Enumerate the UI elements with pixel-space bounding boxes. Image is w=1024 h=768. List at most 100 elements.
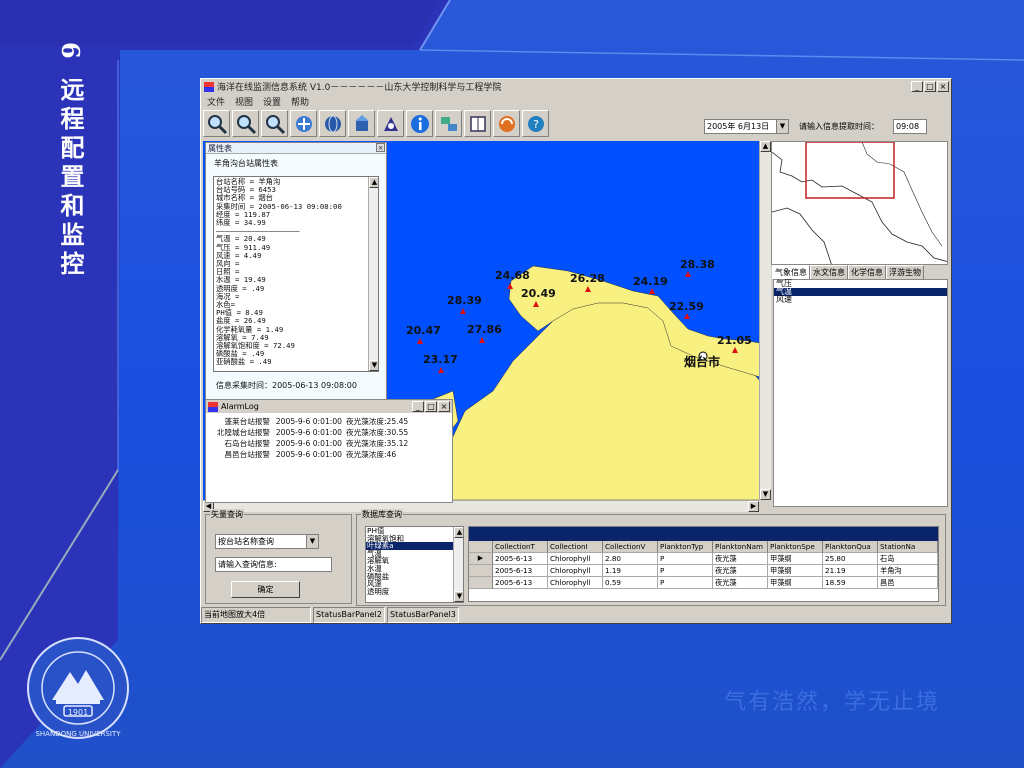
table-cell[interactable]: P [658,565,713,577]
properties-scrollbar[interactable]: ▲ ▼ [368,177,378,371]
column-header[interactable]: PlanktonNam [713,541,768,553]
list-item[interactable]: 气压 [774,280,947,288]
minimize-button[interactable]: _ [412,401,424,412]
tab-weather[interactable]: 气象信息 [772,265,810,279]
table-cell[interactable]: 2.80 [603,553,658,565]
table-cell[interactable]: Chlorophyll [548,577,603,589]
scroll-down-icon[interactable]: ▼ [760,489,771,500]
scroll-up-icon[interactable]: ▲ [369,177,378,188]
list-item[interactable]: 透明度 [366,588,463,596]
table-cell[interactable]: 2005-6-13 [493,577,548,589]
table-row[interactable]: 2005-6-13 Chlorophyll 0.59 P 夜光藻 甲藻纲 18.… [469,577,938,589]
station-value[interactable]: 26.28 [570,272,605,285]
station-marker-icon[interactable] [585,286,591,292]
maximize-button[interactable]: □ [425,401,437,412]
station-value[interactable]: 23.17 [423,353,458,366]
tab-chemistry[interactable]: 化学信息 [848,265,886,279]
station-marker-icon[interactable] [438,367,444,373]
list-item[interactable]: 昌邑台站报警 2005-9-6 0:01:00 夜光藻浓度:46 [206,449,452,460]
station-marker-icon[interactable] [533,301,539,307]
column-header[interactable]: CollectionT [493,541,548,553]
minimize-button[interactable]: _ [911,81,923,92]
maximize-button[interactable]: □ [924,81,936,92]
table-cell[interactable]: Chlorophyll [548,553,603,565]
menu-help[interactable]: 帮助 [291,95,309,108]
close-button[interactable]: × [438,401,450,412]
data-grid[interactable]: CollectionT CollectionI CollectionV Plan… [468,526,939,602]
network-icon[interactable] [435,110,462,137]
station-marker-icon[interactable] [685,271,691,277]
table-cell[interactable]: P [658,577,713,589]
chevron-down-icon[interactable]: ▼ [776,120,788,133]
close-icon[interactable]: × [376,143,385,152]
station-value[interactable]: 28.38 [680,258,715,271]
tab-plankton[interactable]: 浮游生物 [886,265,924,279]
ok-button[interactable]: 确定 [231,581,300,598]
menu-file[interactable]: 文件 [207,95,225,108]
map-vertical-scrollbar[interactable]: ▲ ▼ [759,141,771,500]
scroll-down-icon[interactable]: ▼ [369,360,378,371]
time-input[interactable]: 09:08 [893,119,927,134]
station-marker-icon[interactable] [479,337,485,343]
alarm-titlebar[interactable]: AlarmLog _ □ × [206,400,452,413]
table-cell[interactable]: 夜光藻 [713,565,768,577]
table-cell[interactable]: 25.80 [823,553,878,565]
station-marker-icon[interactable] [417,338,423,344]
station-marker-icon[interactable] [732,347,738,353]
table-cell[interactable]: 1.19 [603,565,658,577]
menu-view[interactable]: 视图 [235,95,253,108]
menu-settings[interactable]: 设置 [263,95,281,108]
list-item[interactable]: 蓬莱台站报警 2005-9-6 0:01:00 夜光藻浓度:25.45 [206,416,452,427]
info-icon[interactable] [406,110,433,137]
station-value[interactable]: 22.59 [669,300,704,313]
station-icon[interactable] [348,110,375,137]
scroll-up-icon[interactable]: ▲ [760,141,771,152]
column-header[interactable]: PlanktonSpe [768,541,823,553]
close-button[interactable]: × [937,81,949,92]
table-cell[interactable]: 羊角沟 [878,565,938,577]
scroll-up-icon[interactable]: ▲ [454,527,463,538]
book-icon[interactable] [464,110,491,137]
station-value[interactable]: 21.05 [717,334,752,347]
query-type-select[interactable]: 按台站名称查询 ▼ [215,534,319,549]
column-header[interactable]: PlanktonTyp [658,541,713,553]
column-header[interactable]: PlanktonQua [823,541,878,553]
table-cell[interactable]: P [658,553,713,565]
station-marker-icon[interactable] [507,283,513,289]
table-row[interactable]: 2005-6-13 Chlorophyll 1.19 P 夜光藻 甲藻纲 21.… [469,565,938,577]
table-cell[interactable]: Chlorophyll [548,565,603,577]
table-cell[interactable]: 甲藻纲 [768,553,823,565]
zoom-out-icon[interactable] [232,110,259,137]
column-header[interactable]: CollectionV [603,541,658,553]
date-picker[interactable]: 2005年 6月13日 ▼ [704,119,789,134]
zoom-select-icon[interactable] [261,110,288,137]
list-item[interactable]: 风速 [774,296,947,304]
list-item[interactable]: 气温 [774,288,947,296]
table-cell[interactable]: 甲藻纲 [768,577,823,589]
help-icon[interactable]: ? [522,110,549,137]
table-cell[interactable]: 石岛 [878,553,938,565]
chevron-down-icon[interactable]: ▼ [306,535,318,548]
table-cell[interactable]: 甲藻纲 [768,565,823,577]
station-marker-icon[interactable] [684,313,690,319]
table-cell[interactable]: 昌邑 [878,577,938,589]
window-titlebar[interactable]: 海洋在线监测信息系统 V1.0－－－－－－山东大学控制科学与工程学院 _ □ × [201,79,951,94]
list-item[interactable]: 石岛台站报警 2005-9-6 0:01:00 夜光藻浓度:35.12 [206,438,452,449]
scroll-down-icon[interactable]: ▼ [454,591,463,602]
station-value[interactable]: 20.47 [406,324,441,337]
station-value[interactable]: 24.68 [495,269,530,282]
query-input[interactable]: 请输入查询信息: [215,557,332,572]
station-marker-icon[interactable] [460,308,466,314]
table-cell[interactable]: 2005-6-13 [493,565,548,577]
station-value[interactable]: 28.39 [447,294,482,307]
table-cell[interactable]: 21.19 [823,565,878,577]
refresh-icon[interactable] [493,110,520,137]
tab-hydrology[interactable]: 水文信息 [810,265,848,279]
table-cell[interactable]: 夜光藻 [713,577,768,589]
station-value[interactable]: 24.19 [633,275,668,288]
properties-titlebar[interactable]: 属性表 × [206,143,386,154]
scroll-right-icon[interactable]: ▶ [748,501,759,512]
field-list-scrollbar[interactable]: ▲ ▼ [453,527,463,602]
field-list[interactable]: PH值 溶解氧饱和 叶绿素a 气温 溶解氧 水温 磷酸盐 风速 透明度 ▲ ▼ [365,526,464,603]
table-row[interactable]: ▶ 2005-6-13 Chlorophyll 2.80 P 夜光藻 甲藻纲 2… [469,553,938,565]
